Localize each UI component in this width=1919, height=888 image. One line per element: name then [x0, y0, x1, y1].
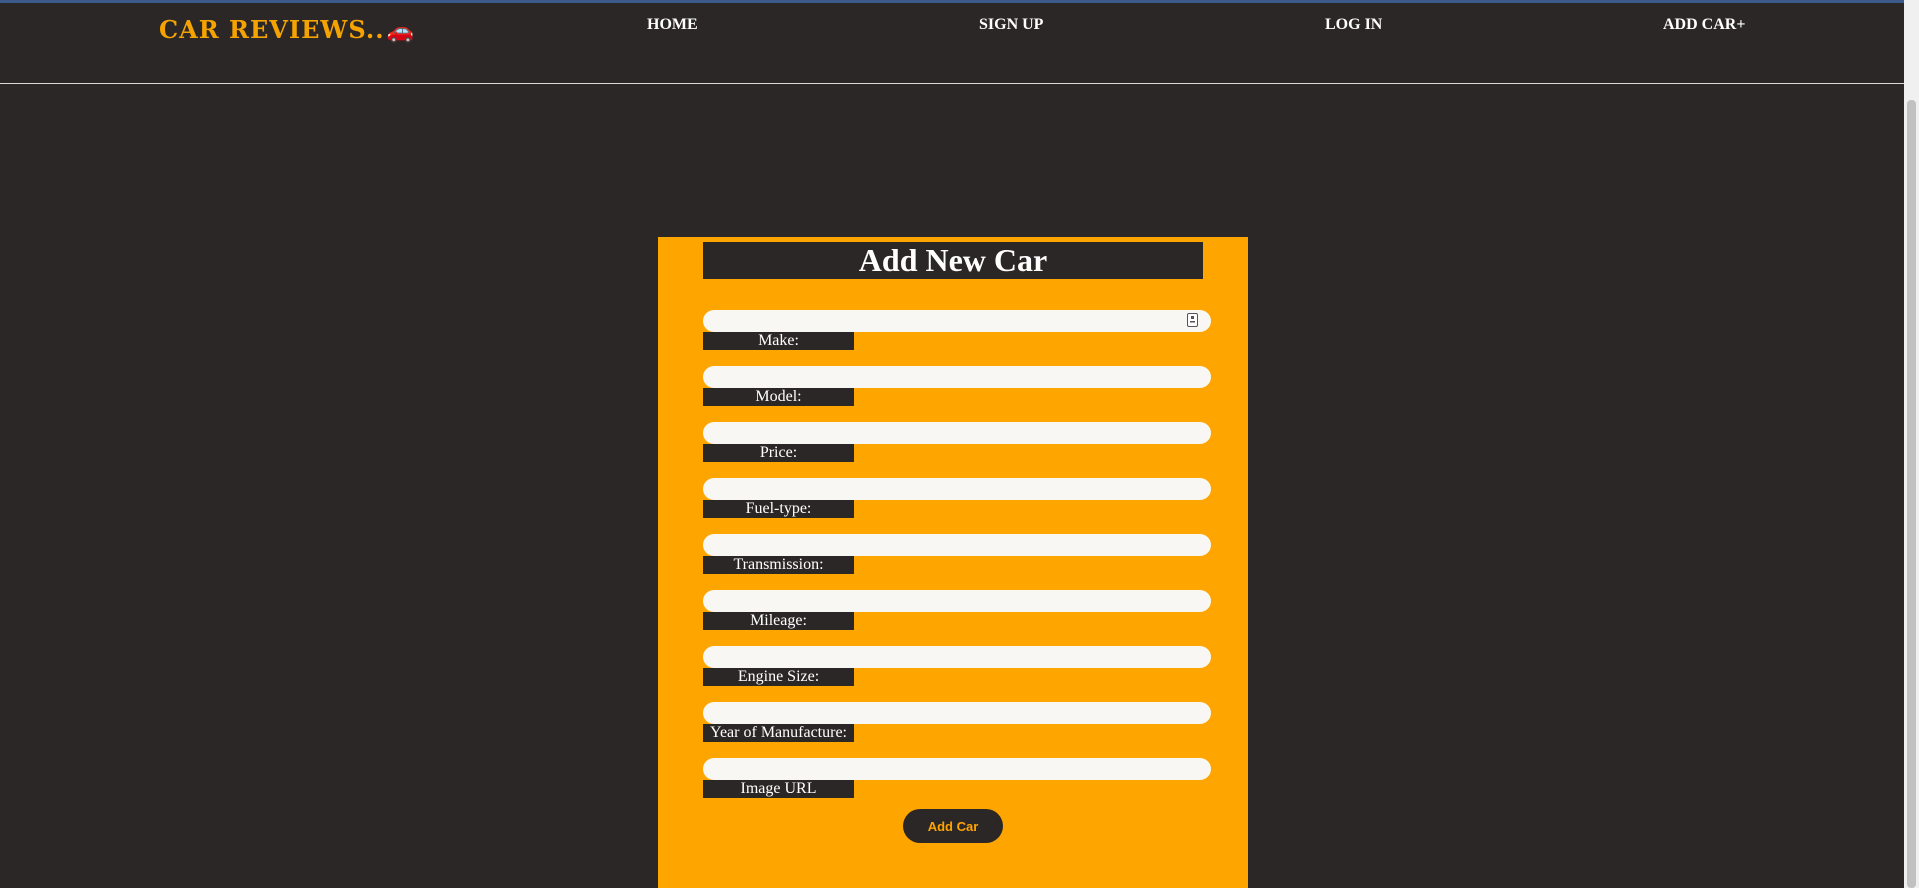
nav-login-link[interactable]: LOG IN	[1325, 16, 1382, 34]
transmission-input[interactable]	[703, 534, 1211, 556]
transmission-label: Transmission:	[703, 556, 854, 574]
image-url-label: Image URL	[703, 780, 854, 798]
engine-size-input[interactable]	[703, 646, 1211, 668]
mileage-label: Mileage:	[703, 612, 854, 630]
make-label: Make:	[703, 332, 854, 350]
navbar: CAR REVIEWS..🚗 HOME SIGN UP LOG IN ADD C…	[0, 3, 1904, 84]
mileage-input[interactable]	[703, 590, 1211, 612]
make-input[interactable]	[703, 310, 1211, 332]
fuel-type-input[interactable]	[703, 478, 1211, 500]
model-input[interactable]	[703, 366, 1211, 388]
model-label: Model:	[703, 388, 854, 406]
nav-home-link[interactable]: HOME	[647, 16, 698, 34]
year-of-manufacture-label: Year of Manufacture:	[703, 724, 854, 742]
form-title: Add New Car	[703, 242, 1203, 279]
scrollbar-thumb[interactable]	[1907, 100, 1916, 888]
fuel-type-label: Fuel-type:	[703, 500, 854, 518]
add-car-form: Add New Car Make: Model: Price: Fuel-typ…	[658, 237, 1248, 888]
brand-logo[interactable]: CAR REVIEWS..🚗	[159, 15, 415, 44]
nav-addcar-link[interactable]: ADD CAR+	[1663, 16, 1745, 34]
autofill-contact-icon[interactable]	[1187, 313, 1198, 327]
nav-signup-link[interactable]: SIGN UP	[979, 16, 1043, 34]
image-url-input[interactable]	[703, 758, 1211, 780]
add-car-button[interactable]: Add Car	[903, 809, 1003, 843]
brand-name: CAR REVIEWS..	[159, 15, 385, 44]
year-of-manufacture-input[interactable]	[703, 702, 1211, 724]
engine-size-label: Engine Size:	[703, 668, 854, 686]
price-input[interactable]	[703, 422, 1211, 444]
page-scrollbar[interactable]	[1904, 0, 1919, 888]
car-icon: 🚗	[386, 18, 415, 44]
price-label: Price:	[703, 444, 854, 462]
